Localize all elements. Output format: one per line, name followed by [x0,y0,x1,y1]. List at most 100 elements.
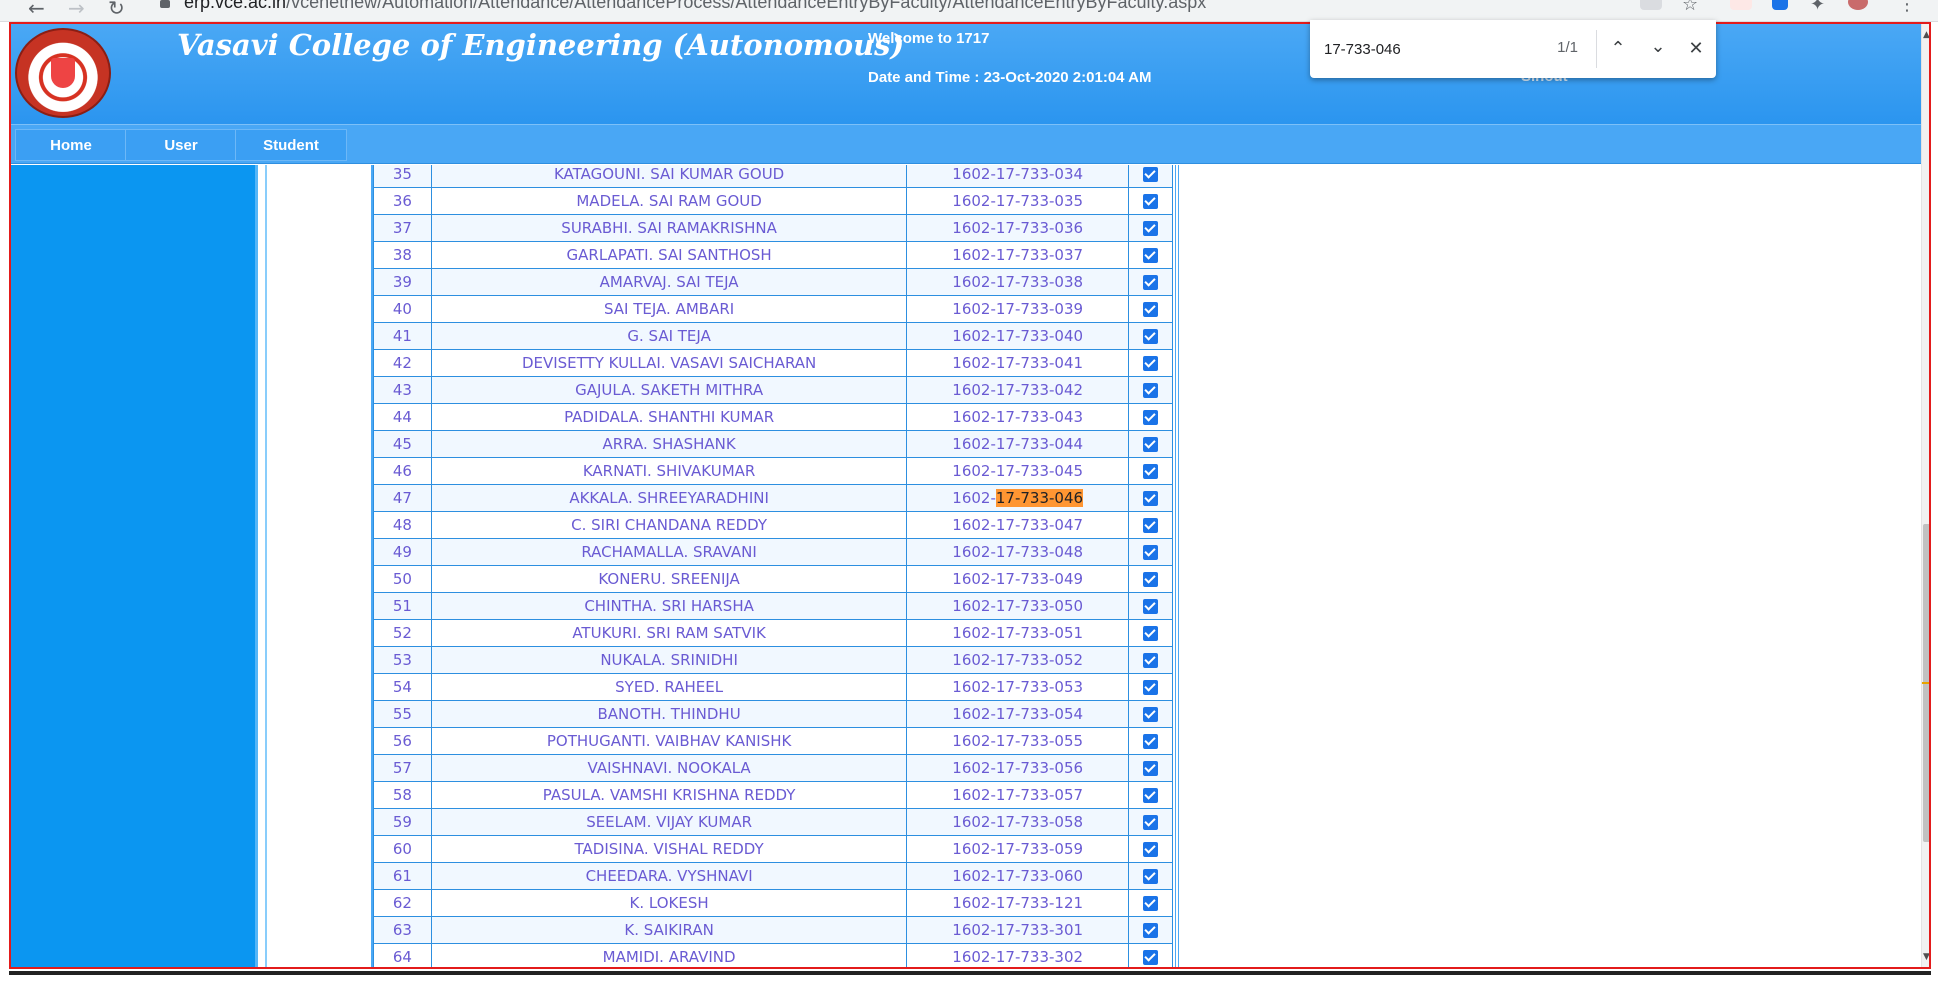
student-name-cell: SAI TEJA. AMBARI [430,295,908,323]
present-checkbox[interactable] [1143,356,1159,371]
table-row: 44 PADIDALA. SHANTHI KUMAR 1602-17-733-043 [373,403,1173,431]
kebab-menu-icon[interactable]: ⋮ [1898,0,1916,15]
present-checkbox[interactable] [1143,896,1159,911]
student-name-cell: MADELA. SAI RAM GOUD [430,187,908,215]
present-checkbox[interactable] [1143,734,1159,749]
table-row: 49 RACHAMALLA. SRAVANI 1602-17-733-048 [373,538,1173,566]
present-checkbox[interactable] [1143,410,1159,425]
present-checkbox[interactable] [1143,950,1159,965]
reload-icon[interactable]: ↻ [108,0,125,20]
serial-number-cell: 46 [373,457,432,485]
serial-number-cell: 55 [373,700,432,728]
present-checkbox[interactable] [1143,248,1159,263]
browser-toolbar: ← → ↻ erp.vce.ac.in/vcenetnew/Automation… [0,0,1938,22]
table-row: 58 PASULA. VAMSHI KRISHNA REDDY 1602-17-73… [373,781,1173,809]
back-icon[interactable]: ← [28,0,45,20]
student-name-cell: SEELAM. VIJAY KUMAR [430,808,908,836]
present-checkbox[interactable] [1143,518,1159,533]
student-name-cell: MAMIDI. ARAVIND [430,943,908,967]
present-checkbox[interactable] [1143,302,1159,317]
nav-user[interactable]: User [125,129,237,161]
serial-number-cell: 37 [373,214,432,242]
present-checkbox[interactable] [1143,194,1159,209]
present-checkbox[interactable] [1143,599,1159,614]
chevron-down-icon[interactable]: ⌄ [1644,32,1672,60]
find-in-page-icon[interactable] [1640,0,1662,10]
present-checkbox[interactable] [1143,167,1159,182]
serial-number-cell: 56 [373,727,432,755]
student-name-cell: GARLAPATI. SAI SANTHOSH [430,241,908,269]
roll-number-cell: 1602-17-733-039 [906,295,1130,323]
roll-number-cell: 1602-17-733-051 [906,619,1130,647]
table-row: 57 VAISHNAVI. NOOKALA 1602-17-733-056 [373,754,1173,782]
bookmark-star-icon[interactable]: ☆ [1682,0,1698,15]
roll-number-cell: 1602-17-733-059 [906,835,1130,863]
present-checkbox[interactable] [1143,275,1159,290]
present-checkbox[interactable] [1143,788,1159,803]
roll-number-cell: 1602-17-733-121 [906,889,1130,917]
student-name-cell: KARNATI. SHIVAKUMAR [430,457,908,485]
close-icon[interactable]: ✕ [1682,34,1710,62]
student-name-cell: AMARVAJ. SAI TEJA [430,268,908,296]
student-name-cell: TADISINA. VISHAL REDDY [430,835,908,863]
present-cell [1128,376,1173,404]
present-checkbox[interactable] [1143,491,1159,506]
student-name-cell: KONERU. SREENIJA [430,565,908,593]
student-name-cell: ARRA. SHASHANK [430,430,908,458]
roll-number-cell: 1602-17-733-041 [906,349,1130,377]
find-bar: 1/1 ⌃ ⌄ ✕ [1310,20,1716,78]
scroll-up-icon[interactable]: ▲ [1923,30,1929,40]
find-input[interactable] [1324,38,1514,60]
table-row: 52 ATUKURI. SRI RAM SATVIK 1602-17-733-051 [373,619,1173,647]
serial-number-cell: 41 [373,322,432,350]
serial-number-cell: 63 [373,916,432,944]
serial-number-cell: 59 [373,808,432,836]
present-checkbox[interactable] [1143,545,1159,560]
present-cell [1128,403,1173,431]
present-checkbox[interactable] [1143,815,1159,830]
present-checkbox[interactable] [1143,923,1159,938]
serial-number-cell: 45 [373,430,432,458]
present-checkbox[interactable] [1143,869,1159,884]
present-checkbox[interactable] [1143,383,1159,398]
table-row: 60 TADISINA. VISHAL REDDY 1602-17-733-059 [373,835,1173,863]
present-checkbox[interactable] [1143,707,1159,722]
chevron-up-icon[interactable]: ⌃ [1604,34,1632,62]
nav-home[interactable]: Home [15,129,127,161]
present-checkbox[interactable] [1143,221,1159,236]
scroll-down-icon[interactable]: ▼ [1923,952,1929,962]
extension-icon[interactable] [1730,0,1752,10]
present-checkbox[interactable] [1143,761,1159,776]
present-cell [1128,916,1173,944]
serial-number-cell: 58 [373,781,432,809]
table-row: 64 MAMIDI. ARAVIND 1602-17-733-302 [373,943,1173,967]
forward-icon[interactable]: → [68,0,85,20]
present-checkbox[interactable] [1143,572,1159,587]
nav-student[interactable]: Student [235,129,347,161]
present-checkbox[interactable] [1143,464,1159,479]
student-name-cell: RACHAMALLA. SRAVANI [430,538,908,566]
address-bar[interactable]: erp.vce.ac.in/vcenetnew/Automation/Atten… [184,0,1206,13]
profile-avatar-icon[interactable] [1848,0,1868,10]
page-scrollbar[interactable]: ▲ ▼ [1921,24,1929,967]
present-cell [1128,430,1173,458]
roll-number-cell: 1602-17-733-050 [906,592,1130,620]
present-checkbox[interactable] [1143,680,1159,695]
roll-number-cell: 1602-17-733-048 [906,538,1130,566]
present-checkbox[interactable] [1143,653,1159,668]
roll-number-cell: 1602-17-733-043 [906,403,1130,431]
roll-number-cell: 1602-17-733-034 [906,165,1130,188]
roll-number-cell: 1602-17-733-302 [906,943,1130,967]
present-checkbox[interactable] [1143,329,1159,344]
present-checkbox[interactable] [1143,626,1159,641]
present-checkbox[interactable] [1143,437,1159,452]
student-name-cell: PADIDALA. SHANTHI KUMAR [430,403,908,431]
page-frame: Vasavi College of Engineering (Autonomou… [9,22,1931,969]
outlook-extension-icon[interactable] [1772,0,1788,10]
present-checkbox[interactable] [1143,842,1159,857]
serial-number-cell: 51 [373,592,432,620]
serial-number-cell: 44 [373,403,432,431]
serial-number-cell: 39 [373,268,432,296]
serial-number-cell: 35 [373,165,432,188]
puzzle-extensions-icon[interactable]: ✦ [1810,0,1825,15]
